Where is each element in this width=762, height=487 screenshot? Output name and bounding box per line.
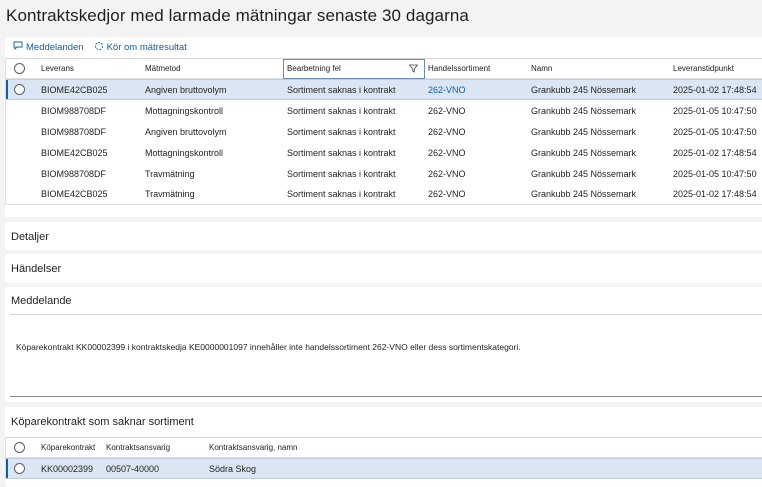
cell-leverans: BIOME42CB025 [41,189,108,199]
table-row[interactable]: BIOM988708DF Travmätning Sortiment sakna… [6,163,762,184]
details-title[interactable]: Detaljer [11,231,49,243]
cell-namn: Grankubb 245 Nössemark [531,147,637,158]
cell-namn: Grankubb 245 Nössemark [531,84,637,95]
events-title[interactable]: Händelser [11,263,61,275]
message-text: Köparekontrakt KK00002399 i kontraktsked… [16,342,521,352]
row-radio[interactable] [14,463,25,474]
cell-bearbetning-fel: Sortiment saknas i kontrakt [287,126,396,137]
page-title: Kontraktskedjor med larmade mätningar se… [6,6,469,25]
message-icon [13,41,26,53]
table-row[interactable]: BIOM988708DF Mottagningskontroll Sortime… [6,100,762,121]
cell-leveranstidpunkt: 2025-01-05 10:47:50 [673,168,757,179]
col-header-koparekontrakt[interactable]: Köparekontrakt [41,438,95,457]
cell-matmetod: Mottagningskontroll [145,105,224,116]
details-section[interactable]: Detaljer [5,222,762,250]
table-row[interactable]: BIOM988708DF Angiven bruttovolym Sortime… [6,121,762,142]
cell-koparekontrakt: KK00002399 [41,463,94,474]
grid-header: Leverans Mätmetod Bearbetning fel Handel… [6,59,762,79]
col-header-bearbetning-fel[interactable]: Bearbetning fel [287,59,341,78]
messages-label: Meddelanden [26,41,84,53]
col-header-leveranstidpunkt[interactable]: Leveranstidpunkt [673,59,734,78]
cell-namn: Grankubb 245 Nössemark [531,189,637,199]
row-radio[interactable] [14,84,25,95]
cell-leveranstidpunkt: 2025-01-02 17:48:54 [673,84,757,95]
select-all-radio[interactable] [14,442,25,453]
rerun-label: Kör om mätresultat [106,41,187,53]
message-title[interactable]: Meddelande [11,295,72,307]
cell-handelssortiment: 262-VNO [428,147,466,158]
message-section: Meddelande Köparekontrakt KK00002399 i k… [5,287,762,402]
cell-bearbetning-fel: Sortiment saknas i kontrakt [287,147,396,158]
cell-leverans: BIOM988708DF [41,126,107,137]
divider [10,396,762,397]
cell-namn: Grankubb 245 Nössemark [531,126,637,137]
rerun-measurement-button[interactable]: Kör om mätresultat [94,41,187,54]
col-header-kontraktsansvarig[interactable]: Kontraktsansvarig [106,438,170,457]
cell-leveranstidpunkt: 2025-01-02 17:48:54 [673,189,757,199]
alarm-grid: Leverans Mätmetod Bearbetning fel Handel… [5,58,762,205]
col-header-leverans[interactable]: Leverans [41,59,74,78]
cell-matmetod: Angiven bruttovolym [145,126,227,137]
col-header-matmetod[interactable]: Mätmetod [145,59,181,78]
missing-assortment-title[interactable]: Köparekontrakt som saknar sortiment [11,416,194,428]
cell-namn: Grankubb 245 Nössemark [531,168,637,179]
cell-matmetod: Travmätning [145,189,195,199]
cell-kontraktsansvarig: 00507-40000 [106,463,160,474]
refresh-icon [94,41,107,54]
cell-matmetod: Travmätning [145,168,195,179]
buyer-contract-grid: Köparekontrakt Kontraktsansvarig Kontrak… [5,437,762,479]
select-all-radio[interactable] [14,63,25,74]
cell-handelssortiment: 262-VNO [428,168,466,179]
grid-header: Köparekontrakt Kontraktsansvarig Kontrak… [6,438,762,458]
cell-bearbetning-fel: Sortiment saknas i kontrakt [287,189,396,199]
cell-leverans: BIOME42CB025 [41,84,108,95]
cell-handelssortiment-link[interactable]: 262-VNO [428,80,466,99]
table-row[interactable]: BIOME42CB025 Mottagningskontroll Sortime… [6,142,762,163]
table-row[interactable]: BIOME42CB025 Angiven bruttovolym Sortime… [6,79,762,100]
messages-button[interactable]: Meddelanden [13,41,84,53]
selection-indicator [6,80,8,99]
cell-leverans: BIOM988708DF [41,168,107,179]
cell-kontraktsansvarig-namn: Södra Skog [209,463,257,474]
cell-handelssortiment: 262-VNO [428,105,466,116]
cell-leveranstidpunkt: 2025-01-02 17:48:54 [673,147,757,158]
cell-bearbetning-fel: Sortiment saknas i kontrakt [287,168,396,179]
col-header-namn[interactable]: Namn [531,59,552,78]
col-header-kontraktsansvarig-namn[interactable]: Kontraktsansvarig, namn [209,438,298,457]
cell-leverans: BIOM988708DF [41,105,107,116]
table-row[interactable]: KK00002399 00507-40000 Södra Skog [6,458,762,479]
table-row[interactable]: BIOME42CB025 Travmätning Sortiment sakna… [6,184,762,205]
cell-handelssortiment: 262-VNO [428,189,466,199]
toolbar: Meddelanden Kör om mätresultat [5,37,762,57]
col-header-handelssortiment[interactable]: Handelssortiment [428,59,490,78]
selection-indicator [6,459,8,478]
cell-leveranstidpunkt: 2025-01-05 10:47:50 [673,126,757,137]
cell-bearbetning-fel: Sortiment saknas i kontrakt [287,105,396,116]
cell-matmetod: Angiven bruttovolym [145,84,227,95]
cell-handelssortiment: 262-VNO [428,126,466,137]
filter-icon[interactable] [409,59,418,78]
divider [10,314,762,315]
cell-leveranstidpunkt: 2025-01-05 10:47:50 [673,105,757,116]
cell-bearbetning-fel: Sortiment saknas i kontrakt [287,84,396,95]
cell-matmetod: Mottagningskontroll [145,147,224,158]
cell-leverans: BIOME42CB025 [41,147,108,158]
cell-namn: Grankubb 245 Nössemark [531,105,637,116]
events-section[interactable]: Händelser [5,254,762,283]
